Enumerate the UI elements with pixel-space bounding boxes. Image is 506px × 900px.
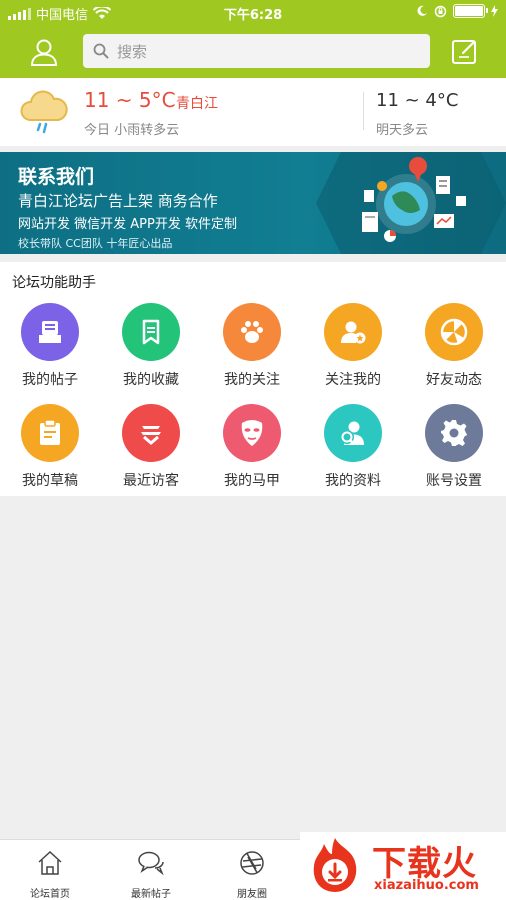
home-icon — [38, 850, 62, 875]
gear-icon — [425, 404, 483, 462]
watermark: 下载火 xiazaihuo.com — [300, 832, 506, 900]
banner-illustration — [316, 152, 506, 254]
followers-label: 关注我的 — [325, 372, 381, 388]
my-profile-button[interactable]: 我的资料 — [303, 404, 403, 490]
watermark-url: xiazaihuo.com — [374, 878, 479, 893]
visitor-icon — [122, 404, 180, 462]
city-name: 青白江 — [176, 96, 218, 112]
flame-logo-icon — [313, 838, 357, 892]
battery-icon — [453, 4, 488, 18]
rotation-lock-icon — [434, 5, 447, 17]
today-description: 今日 小雨转多云 — [84, 123, 180, 138]
tab-label: 论坛首页 — [30, 889, 70, 900]
my-follows-button[interactable]: 我的关注 — [202, 303, 302, 389]
account-settings-button[interactable]: 账号设置 — [404, 404, 504, 490]
tomorrow-description: 明天多云 — [376, 123, 429, 138]
forum-functions-panel: 论坛功能助手 我的帖子 我的收藏 我的关注 关注我的 好友动态 我的草稿 最近访… — [0, 262, 506, 496]
follower-icon — [324, 303, 382, 361]
banner-title: 联系我们 — [18, 166, 95, 188]
today-temperature: 11 ~ 5°C — [84, 88, 176, 112]
draft-icon — [21, 404, 79, 462]
recent-visitors-label: 最近访客 — [123, 473, 179, 489]
rain-cloud-icon — [20, 90, 68, 134]
my-favorites-button[interactable]: 我的收藏 — [101, 303, 201, 389]
weather-card[interactable]: 11 ~ 5°C 青白江 今日 小雨转多云 11 ~ 4°C 明天多云 — [0, 78, 506, 146]
account-settings-label: 账号设置 — [426, 473, 482, 489]
tab-forum-home[interactable]: 论坛首页 — [0, 848, 100, 900]
status-bar: 中国电信 下午6:28 — [0, 0, 506, 26]
my-alias-button[interactable]: 我的马甲 — [202, 404, 302, 490]
compose-icon[interactable] — [450, 36, 480, 66]
shutter-icon — [240, 851, 264, 875]
user-icon[interactable] — [28, 36, 60, 68]
tomorrow-temperature: 11 ~ 4°C — [376, 90, 459, 111]
post-icon — [21, 303, 79, 361]
header: 搜索 — [0, 26, 506, 78]
contact-banner[interactable]: 联系我们 青白江论坛广告上架 商务合作 网站开发 微信开发 APP开发 软件定制… — [0, 152, 506, 254]
charging-icon — [491, 5, 498, 17]
friends-feed-button[interactable]: 好友动态 — [404, 303, 504, 389]
banner-line: 校长带队 CC团队 十年匠心出品 — [18, 237, 173, 250]
moon-icon — [417, 5, 427, 16]
mask-icon — [223, 404, 281, 462]
search-icon — [93, 43, 109, 59]
my-follows-label: 我的关注 — [224, 372, 280, 388]
friends-feed-icon — [425, 303, 483, 361]
profile-icon — [324, 404, 382, 462]
paw-icon — [223, 303, 281, 361]
tab-label: 朋友圈 — [237, 889, 267, 900]
friends-feed-label: 好友动态 — [426, 372, 482, 388]
recent-visitors-button[interactable]: 最近访客 — [101, 404, 201, 490]
bookmark-icon — [122, 303, 180, 361]
my-drafts-label: 我的草稿 — [22, 473, 78, 489]
my-profile-label: 我的资料 — [325, 473, 381, 489]
tab-label: 最新帖子 — [131, 889, 171, 900]
tab-moments[interactable]: 朋友圈 — [202, 848, 302, 900]
banner-line: 网站开发 微信开发 APP开发 软件定制 — [18, 217, 237, 232]
my-alias-label: 我的马甲 — [224, 473, 280, 489]
search-input[interactable]: 搜索 — [83, 34, 430, 68]
banner-line: 青白江论坛广告上架 商务合作 — [18, 192, 218, 210]
followers-button[interactable]: 关注我的 — [303, 303, 403, 389]
my-favorites-label: 我的收藏 — [123, 372, 179, 388]
weather-divider — [363, 92, 364, 130]
my-posts-label: 我的帖子 — [22, 372, 78, 388]
functions-title: 论坛功能助手 — [12, 275, 96, 291]
tab-latest-posts[interactable]: 最新帖子 — [101, 848, 201, 900]
my-posts-button[interactable]: 我的帖子 — [0, 303, 100, 389]
chat-bubbles-icon — [138, 851, 164, 876]
search-placeholder: 搜索 — [117, 42, 148, 61]
my-drafts-button[interactable]: 我的草稿 — [0, 404, 100, 490]
